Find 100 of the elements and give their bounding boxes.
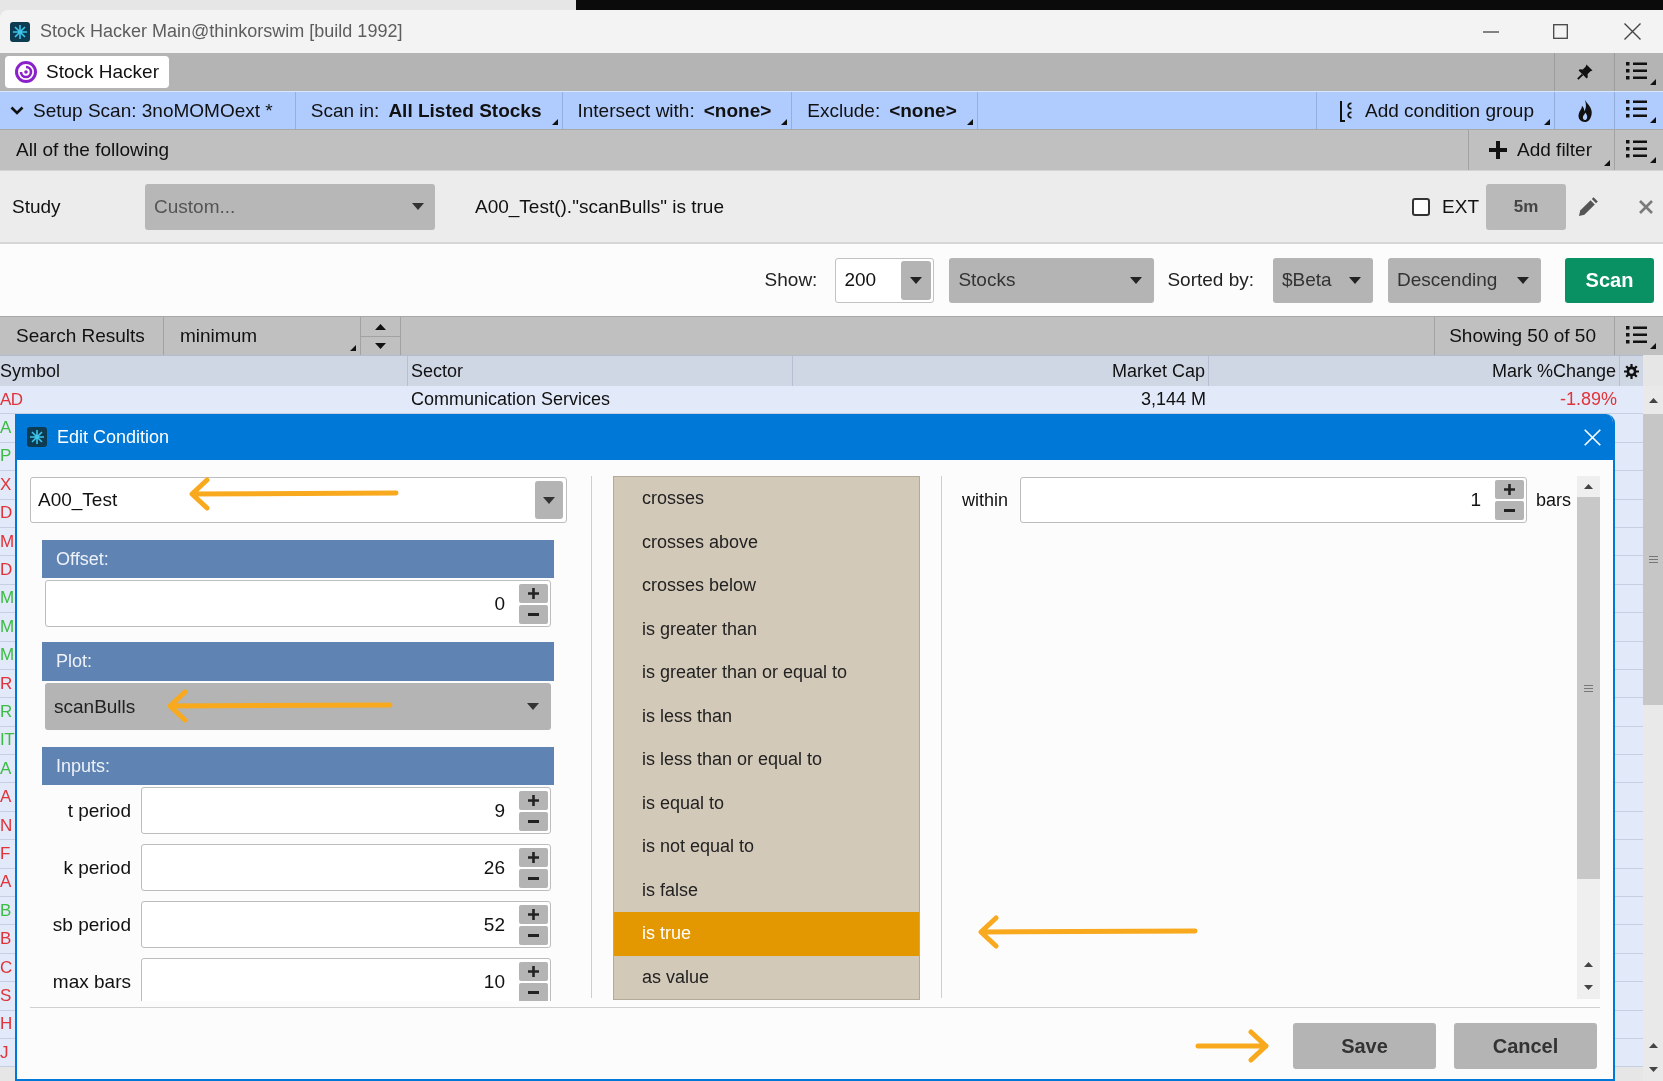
minus-icon — [528, 612, 539, 616]
corner-triangle-icon — [551, 119, 558, 125]
table-cell: IT — [0, 730, 15, 751]
maximize-icon[interactable] — [1553, 24, 1568, 39]
study-dropdown[interactable]: A00_Test — [30, 477, 567, 523]
scrollbar[interactable] — [1577, 476, 1600, 999]
type-dropdown[interactable]: Stocks — [949, 257, 1155, 303]
decrement-button[interactable] — [1495, 501, 1524, 520]
scroll-up-icon[interactable] — [1648, 397, 1658, 403]
condition-option[interactable]: as value — [614, 955, 919, 999]
menu-icon[interactable] — [1626, 59, 1656, 85]
dialog-title: Edit Condition — [57, 426, 170, 448]
increment-button[interactable] — [519, 583, 548, 603]
sort-field-dropdown[interactable]: $Beta — [1273, 257, 1373, 303]
minus-icon — [1504, 509, 1515, 512]
menu-icon[interactable] — [1626, 323, 1656, 349]
column-header[interactable]: Mark %Change — [1491, 360, 1616, 382]
input-field[interactable]: 10 — [141, 958, 551, 1001]
dialog-button[interactable]: Save — [1293, 1023, 1436, 1069]
offset-field[interactable]: 0 — [45, 580, 551, 627]
input-label: k period — [62, 856, 131, 879]
pin-icon[interactable] — [1576, 64, 1593, 80]
caret-down-icon — [1349, 276, 1361, 284]
tab[interactable]: Stock Hacker — [5, 56, 169, 88]
settings-icon[interactable] — [1624, 363, 1639, 379]
scroll-up-icon[interactable] — [1584, 484, 1593, 489]
column-header[interactable]: Symbol — [0, 360, 61, 382]
caret-up-icon[interactable] — [375, 323, 386, 330]
plot-dropdown[interactable]: scanBulls — [45, 683, 551, 730]
limit-field[interactable]: 200 — [835, 257, 935, 303]
decrement-button[interactable] — [519, 925, 548, 945]
condition-option[interactable]: is equal to — [614, 781, 919, 825]
within-field[interactable]: 1 — [1020, 477, 1527, 523]
increment-button[interactable] — [1495, 480, 1524, 499]
dropdown-button[interactable] — [535, 481, 563, 519]
scroll-up-icon[interactable] — [1648, 1042, 1658, 1048]
increment-button[interactable] — [519, 961, 548, 981]
caret-down-icon[interactable] — [375, 342, 386, 349]
minimize-icon[interactable] — [1483, 30, 1499, 33]
close-icon[interactable] — [1624, 23, 1641, 40]
condition-option[interactable]: is greater than — [614, 607, 919, 651]
unit-label: bars — [1536, 489, 1571, 511]
target-icon — [15, 61, 37, 83]
scroll-up-icon[interactable] — [1584, 962, 1593, 967]
condition-option[interactable]: crosses below — [614, 564, 919, 608]
checkbox[interactable] — [1412, 197, 1431, 216]
decrement-button[interactable] — [519, 982, 548, 1001]
condition-option[interactable]: is not equal to — [614, 825, 919, 869]
scan-button[interactable]: Scan — [1565, 257, 1654, 303]
sort-order-dropdown[interactable]: Descending — [1388, 257, 1541, 303]
table-cell: H — [0, 1014, 12, 1035]
pencil-icon[interactable] — [1578, 196, 1598, 217]
scroll-down-icon[interactable] — [1584, 985, 1593, 990]
table-cell: A — [0, 872, 11, 893]
plus-icon — [1489, 141, 1507, 159]
increment-button[interactable] — [519, 904, 548, 924]
condition-option[interactable]: is less than or equal to — [614, 738, 919, 782]
minus-icon — [528, 933, 539, 937]
dialog-button[interactable]: Cancel — [1454, 1023, 1597, 1069]
dropdown-button[interactable] — [901, 260, 932, 300]
input-field[interactable]: 9 — [141, 787, 551, 834]
table-cell: R — [0, 702, 12, 722]
section-header: Plot: — [42, 642, 554, 681]
column-header[interactable]: Market Cap — [1111, 360, 1205, 382]
input-field[interactable]: 52 — [141, 901, 551, 948]
table-cell: M — [0, 616, 14, 637]
corner-triangle-icon — [966, 119, 973, 125]
decrement-button[interactable] — [519, 811, 548, 831]
decrement-button[interactable] — [519, 604, 548, 624]
table-cell: A — [0, 758, 11, 779]
app-logo-icon — [27, 427, 47, 447]
increment-button[interactable] — [519, 847, 548, 867]
table-cell: D — [0, 560, 12, 581]
table-cell: -1.89% — [1559, 389, 1617, 411]
plus-icon — [528, 587, 539, 599]
condition-option[interactable]: crosses above — [614, 520, 919, 564]
study-dropdown[interactable]: Custom... — [145, 183, 435, 230]
scroll-down-icon[interactable] — [1648, 1066, 1658, 1072]
table-cell: C — [0, 957, 12, 978]
results-title: Search Results — [16, 325, 145, 347]
window-title: Stock Hacker Main@thinkorswim [build 1992] — [40, 21, 403, 42]
scroll-thumb[interactable] — [1577, 497, 1600, 879]
condition-option[interactable]: is greater than or equal to — [614, 651, 919, 695]
column-header[interactable]: Sector — [411, 360, 464, 382]
plus-icon — [1504, 484, 1515, 495]
condition-option[interactable]: is less than — [614, 694, 919, 738]
table-cell: S — [0, 985, 11, 1006]
plus-icon — [528, 965, 539, 977]
aggregation-button[interactable]: 5m — [1486, 183, 1566, 230]
increment-button[interactable] — [519, 790, 548, 810]
input-field[interactable]: 26 — [141, 844, 551, 891]
table-cell: X — [0, 474, 11, 495]
menu-icon[interactable] — [1626, 98, 1656, 123]
scroll-thumb[interactable] — [1643, 414, 1663, 705]
menu-icon[interactable] — [1626, 137, 1656, 163]
decrement-button[interactable] — [519, 868, 548, 888]
show-label: Show: — [764, 269, 818, 291]
condition-option[interactable]: is false — [614, 868, 919, 912]
table-cell: AD — [0, 389, 23, 410]
condition-option[interactable]: crosses — [614, 477, 919, 521]
